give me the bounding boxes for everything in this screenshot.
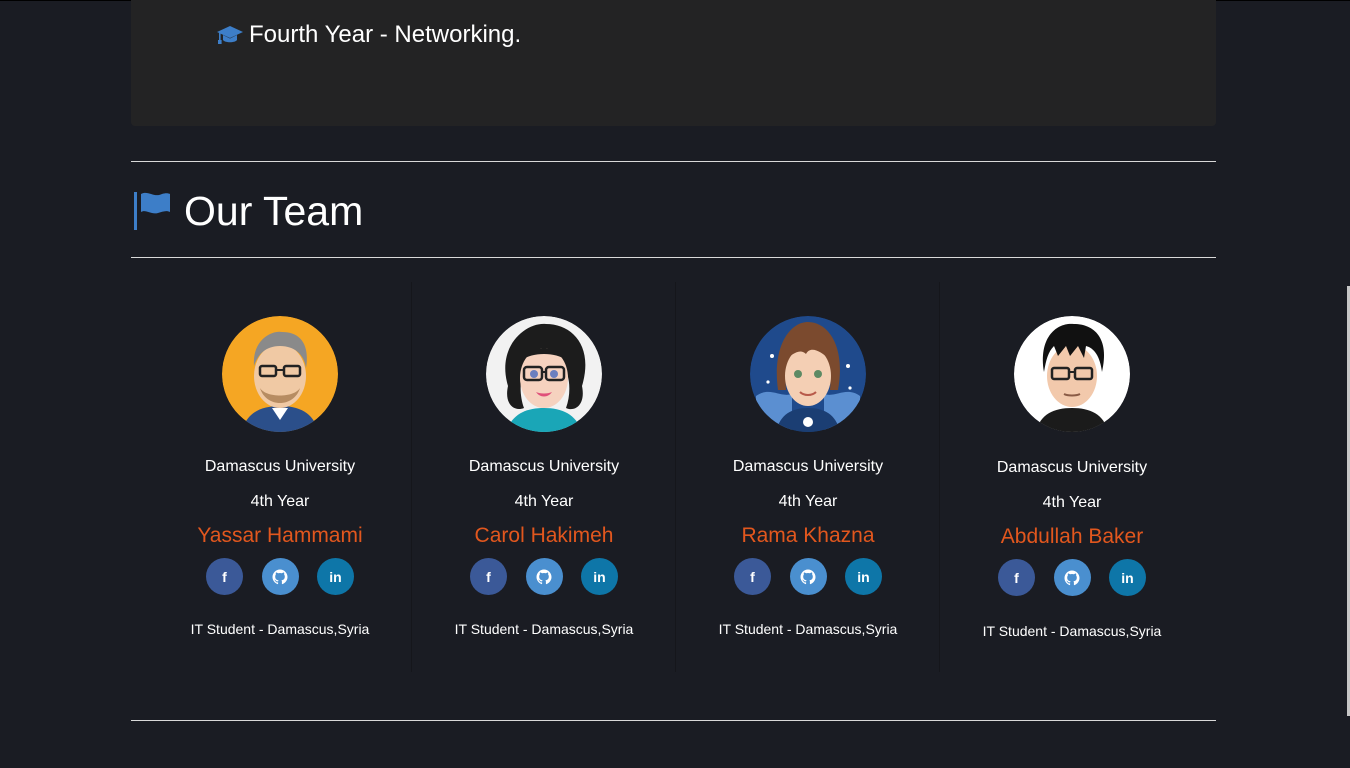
member-socials: f in — [998, 559, 1146, 597]
member-socials: f in — [470, 558, 618, 596]
avatar-woman-glasses-white — [486, 316, 602, 432]
team-member-card: Damascus University 4th Year Rama Khazna… — [676, 282, 940, 672]
member-socials: f in — [734, 558, 882, 596]
team-section-heading: Our Team — [134, 186, 363, 236]
member-year: 4th Year — [1042, 494, 1102, 511]
divider-top — [131, 161, 1216, 162]
team-title: Our Team — [184, 187, 364, 234]
github-icon[interactable] — [1053, 559, 1091, 596]
member-year: 4th Year — [514, 493, 574, 510]
member-university: Damascus University — [204, 458, 356, 475]
linkedin-icon[interactable]: in — [845, 558, 882, 595]
github-icon[interactable] — [525, 558, 563, 595]
divider-middle — [131, 257, 1216, 258]
member-description: IT Student - Damascus,Syria — [982, 623, 1162, 639]
member-description: IT Student - Damascus,Syria — [718, 621, 898, 637]
graduation-cap-icon — [217, 24, 243, 46]
member-socials: f in — [206, 558, 354, 596]
facebook-icon[interactable]: f — [470, 558, 507, 595]
member-description: IT Student - Damascus,Syria — [190, 621, 370, 637]
education-year-line: Fourth Year - Networking. — [217, 20, 521, 50]
member-description: IT Student - Damascus,Syria — [454, 621, 634, 637]
linkedin-icon[interactable]: in — [581, 558, 618, 595]
member-university: Damascus University — [996, 459, 1148, 476]
linkedin-icon[interactable]: in — [317, 558, 354, 595]
team-member-card: Damascus University 4th Year Carol Hakim… — [412, 282, 676, 672]
facebook-icon[interactable]: f — [734, 558, 771, 595]
avatar-man-glasses-white — [1014, 316, 1130, 432]
facebook-icon[interactable]: f — [206, 558, 243, 595]
github-icon[interactable] — [789, 558, 827, 595]
team-member-card: Damascus University 4th Year Abdullah Ba… — [940, 282, 1204, 672]
education-panel: Fourth Year - Networking. — [131, 0, 1216, 126]
member-name[interactable]: Yassar Hammami — [148, 524, 412, 548]
avatar-man-glasses-orange — [222, 316, 338, 432]
flag-icon — [134, 190, 174, 232]
avatar-girl-blue-night — [750, 316, 866, 432]
member-university: Damascus University — [468, 458, 620, 475]
github-icon[interactable] — [261, 558, 299, 595]
divider-bottom — [131, 720, 1216, 721]
member-name[interactable]: Rama Khazna — [676, 524, 940, 548]
linkedin-icon[interactable]: in — [1109, 559, 1146, 596]
member-year: 4th Year — [778, 493, 838, 510]
member-year: 4th Year — [250, 493, 310, 510]
member-name[interactable]: Carol Hakimeh — [412, 524, 676, 548]
member-name[interactable]: Abdullah Baker — [940, 525, 1204, 549]
member-university: Damascus University — [732, 458, 884, 475]
facebook-icon[interactable]: f — [998, 559, 1035, 596]
team-member-card: Damascus University 4th Year Yassar Hamm… — [148, 282, 412, 672]
education-year-text: Fourth Year - Networking. — [249, 21, 522, 48]
team-grid: Damascus University 4th Year Yassar Hamm… — [148, 282, 1204, 672]
